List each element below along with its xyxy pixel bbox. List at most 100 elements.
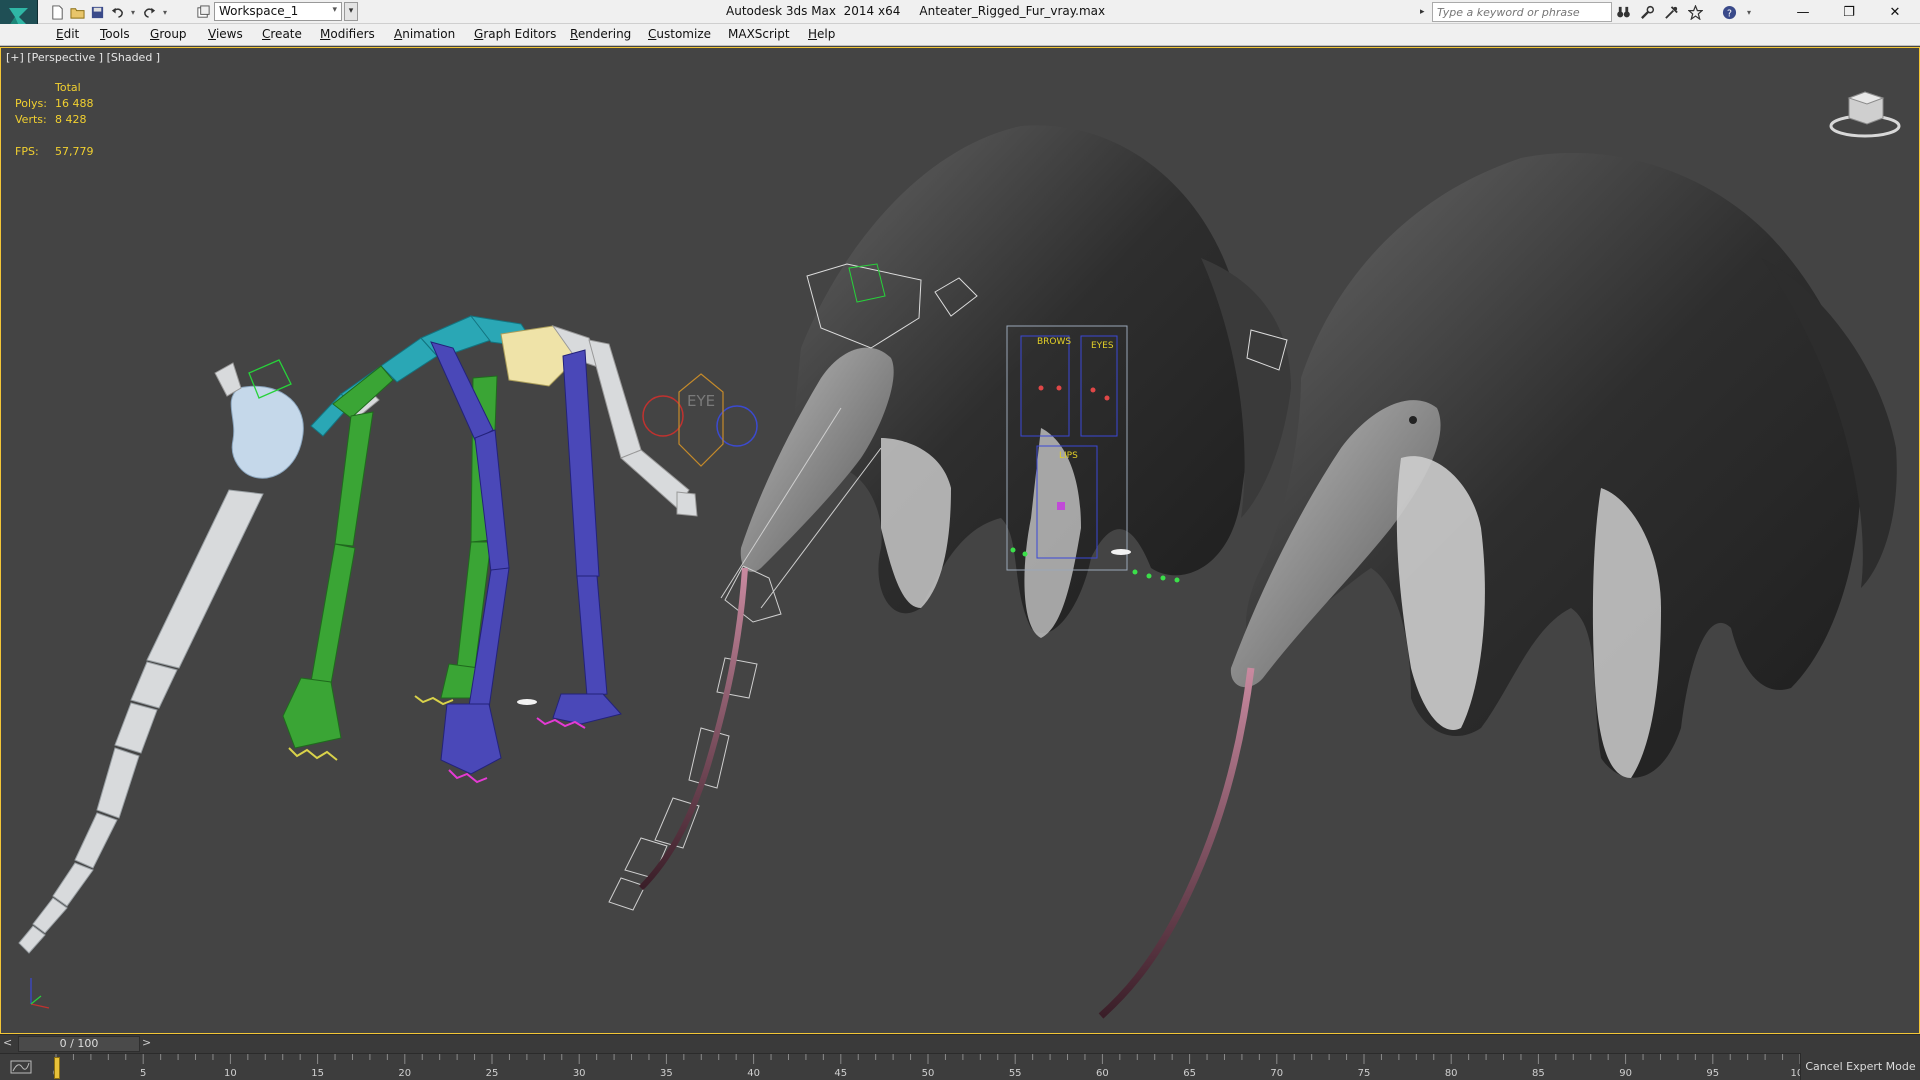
subscription-center-button[interactable]	[1638, 3, 1656, 21]
brows-label: BROWS	[1037, 337, 1071, 347]
menu-modifiers-mnemonic: M	[320, 27, 331, 41]
close-icon: ✕	[1889, 4, 1901, 20]
menu-rendering[interactable]: Rendering	[570, 27, 631, 41]
viewcube[interactable]	[1827, 84, 1903, 140]
menu-group[interactable]: Group	[150, 27, 187, 41]
menu-bar: Edit Tools Group Views Create Modifiers …	[0, 24, 1920, 46]
frame-ruler[interactable]: 0510152025303540455055606570758085909510…	[53, 1054, 1810, 1080]
control-marker[interactable]	[1111, 549, 1131, 555]
ruler-tick-label: 45	[834, 1068, 848, 1079]
menu-group-label: roup	[159, 27, 187, 41]
ruler-tick-label: 80	[1444, 1068, 1458, 1079]
menu-modifiers[interactable]: Modifiers	[320, 27, 375, 41]
lips-label: LIPS	[1059, 451, 1078, 461]
minimize-button[interactable]: —	[1780, 0, 1826, 24]
new-file-icon	[51, 4, 63, 20]
menu-help-label: elp	[817, 27, 836, 41]
menu-edit[interactable]: Edit	[56, 27, 79, 41]
close-button[interactable]: ✕	[1872, 0, 1918, 24]
open-file-button[interactable]	[68, 3, 86, 21]
eye-control-right[interactable]	[1104, 395, 1110, 401]
minimize-icon: —	[1796, 4, 1810, 20]
ruler-tick-label: 55	[1008, 1068, 1022, 1079]
cancel-expert-mode-button[interactable]: Cancel Expert Mode	[1800, 1053, 1920, 1080]
menu-customize-label: ustomize	[656, 27, 711, 41]
track-bar[interactable]: 0510152025303540455055606570758085909510…	[0, 1053, 1920, 1080]
tail-bones[interactable]	[18, 489, 264, 954]
ruler-tick-label: 75	[1357, 1068, 1371, 1079]
menu-create-label: reate	[270, 27, 302, 41]
anteater-rigged-model[interactable]: BROWS EYES LIPS	[608, 125, 1291, 911]
lip-control[interactable]	[1057, 502, 1065, 510]
eye-target-control[interactable]: EYE	[642, 373, 758, 467]
ruler-tick-label: 20	[398, 1068, 412, 1079]
hind-leg-white[interactable]	[588, 339, 698, 517]
save-button[interactable]	[88, 3, 106, 21]
ruler-tick-label: 5	[140, 1068, 147, 1079]
blue-leg-bones[interactable]	[430, 341, 622, 775]
search-input[interactable]	[1432, 2, 1612, 22]
menu-views[interactable]: Views	[208, 27, 243, 41]
axis-tripod-icon	[30, 978, 50, 1009]
current-frame-marker[interactable]	[54, 1057, 60, 1079]
save-icon	[91, 6, 103, 18]
menu-create[interactable]: Create	[262, 27, 302, 41]
time-slider[interactable]: < 0 / 100 >	[0, 1034, 1920, 1053]
time-slider-next-button[interactable]: >	[142, 1036, 156, 1052]
ruler-tick-label: 30	[572, 1068, 586, 1079]
menu-help[interactable]: Help	[808, 27, 835, 41]
stats-polys-label: Polys:	[15, 97, 47, 110]
help-button[interactable]: ?	[1720, 3, 1738, 21]
infocenter-search: ▸	[1420, 2, 1612, 22]
help-dropdown[interactable]: ▾	[1740, 3, 1758, 21]
menu-views-label: iews	[215, 27, 243, 41]
menu-modifiers-label: odifiers	[330, 27, 375, 41]
viewport-label[interactable]: [+] [Perspective ] [Shaded ]	[6, 51, 160, 64]
menu-graph-editors-label: raph Editors	[483, 27, 557, 41]
perspective-viewport[interactable]: EYE BROWS EYES LIPS [+] [Perspective] […	[0, 47, 1920, 1034]
ruler-tick-label: 70	[1270, 1068, 1284, 1079]
stats-total-label: Total	[55, 81, 81, 94]
time-slider-thumb[interactable]: 0 / 100	[18, 1036, 140, 1052]
undo-icon	[111, 7, 123, 18]
anteater-fur-tongue[interactable]	[1098, 667, 1255, 1019]
brow-control-right[interactable]	[1056, 385, 1062, 391]
menu-edit-mnemonic: E	[56, 27, 64, 41]
viewport-scene[interactable]: EYE BROWS EYES LIPS	[1, 48, 1920, 1034]
head-bone[interactable]	[230, 385, 304, 479]
open-file-icon	[69, 7, 85, 19]
ruler-tick-label: 35	[660, 1068, 673, 1079]
stats-verts-value: 8 428	[55, 113, 87, 126]
foot-marker[interactable]	[517, 699, 537, 705]
ruler-tick-label: 10	[224, 1068, 237, 1079]
project-folder-button[interactable]	[194, 3, 212, 21]
redo-dropdown[interactable]: ▾	[156, 3, 174, 21]
ruler-tick-label: 85	[1532, 1068, 1545, 1079]
bone-rig[interactable]: EYE	[18, 315, 758, 954]
search-button[interactable]	[1614, 3, 1632, 21]
menu-maxscript[interactable]: MAXScript	[728, 27, 790, 41]
ruler-tick-label: 90	[1619, 1068, 1632, 1079]
new-file-button[interactable]	[48, 3, 66, 21]
mini-curve-editor-icon[interactable]	[10, 1059, 32, 1075]
ruler-tick-label: 95	[1706, 1068, 1720, 1079]
time-slider-prev-button[interactable]: <	[3, 1036, 17, 1052]
quick-access-customize-button[interactable]: ▾	[344, 2, 358, 21]
eye-target-label: EYE	[687, 392, 715, 410]
menu-tools[interactable]: Tools	[100, 27, 130, 41]
restore-button[interactable]: ❐	[1826, 0, 1872, 24]
brow-control-left[interactable]	[1038, 385, 1044, 391]
search-expand-icon[interactable]: ▸	[1420, 2, 1432, 22]
menu-animation[interactable]: Animation	[394, 27, 455, 41]
window-title: Autodesk 3ds Max 2014 x64 Anteater_Rigge…	[726, 4, 1106, 18]
communication-center-button[interactable]	[1662, 3, 1680, 21]
ruler-tick-label: 25	[485, 1068, 499, 1079]
workspace-select[interactable]: Workspace_1 ▾	[214, 2, 342, 21]
menu-graph-editors-mnemonic: G	[474, 27, 484, 41]
stats-fps-label: FPS:	[15, 145, 39, 158]
eye-control-left[interactable]	[1090, 387, 1096, 393]
menu-customize[interactable]: Customize	[648, 27, 711, 41]
favorites-button[interactable]	[1686, 3, 1704, 21]
menu-graph-editors[interactable]: Graph Editors	[474, 27, 556, 41]
communication-icon	[1664, 5, 1678, 19]
